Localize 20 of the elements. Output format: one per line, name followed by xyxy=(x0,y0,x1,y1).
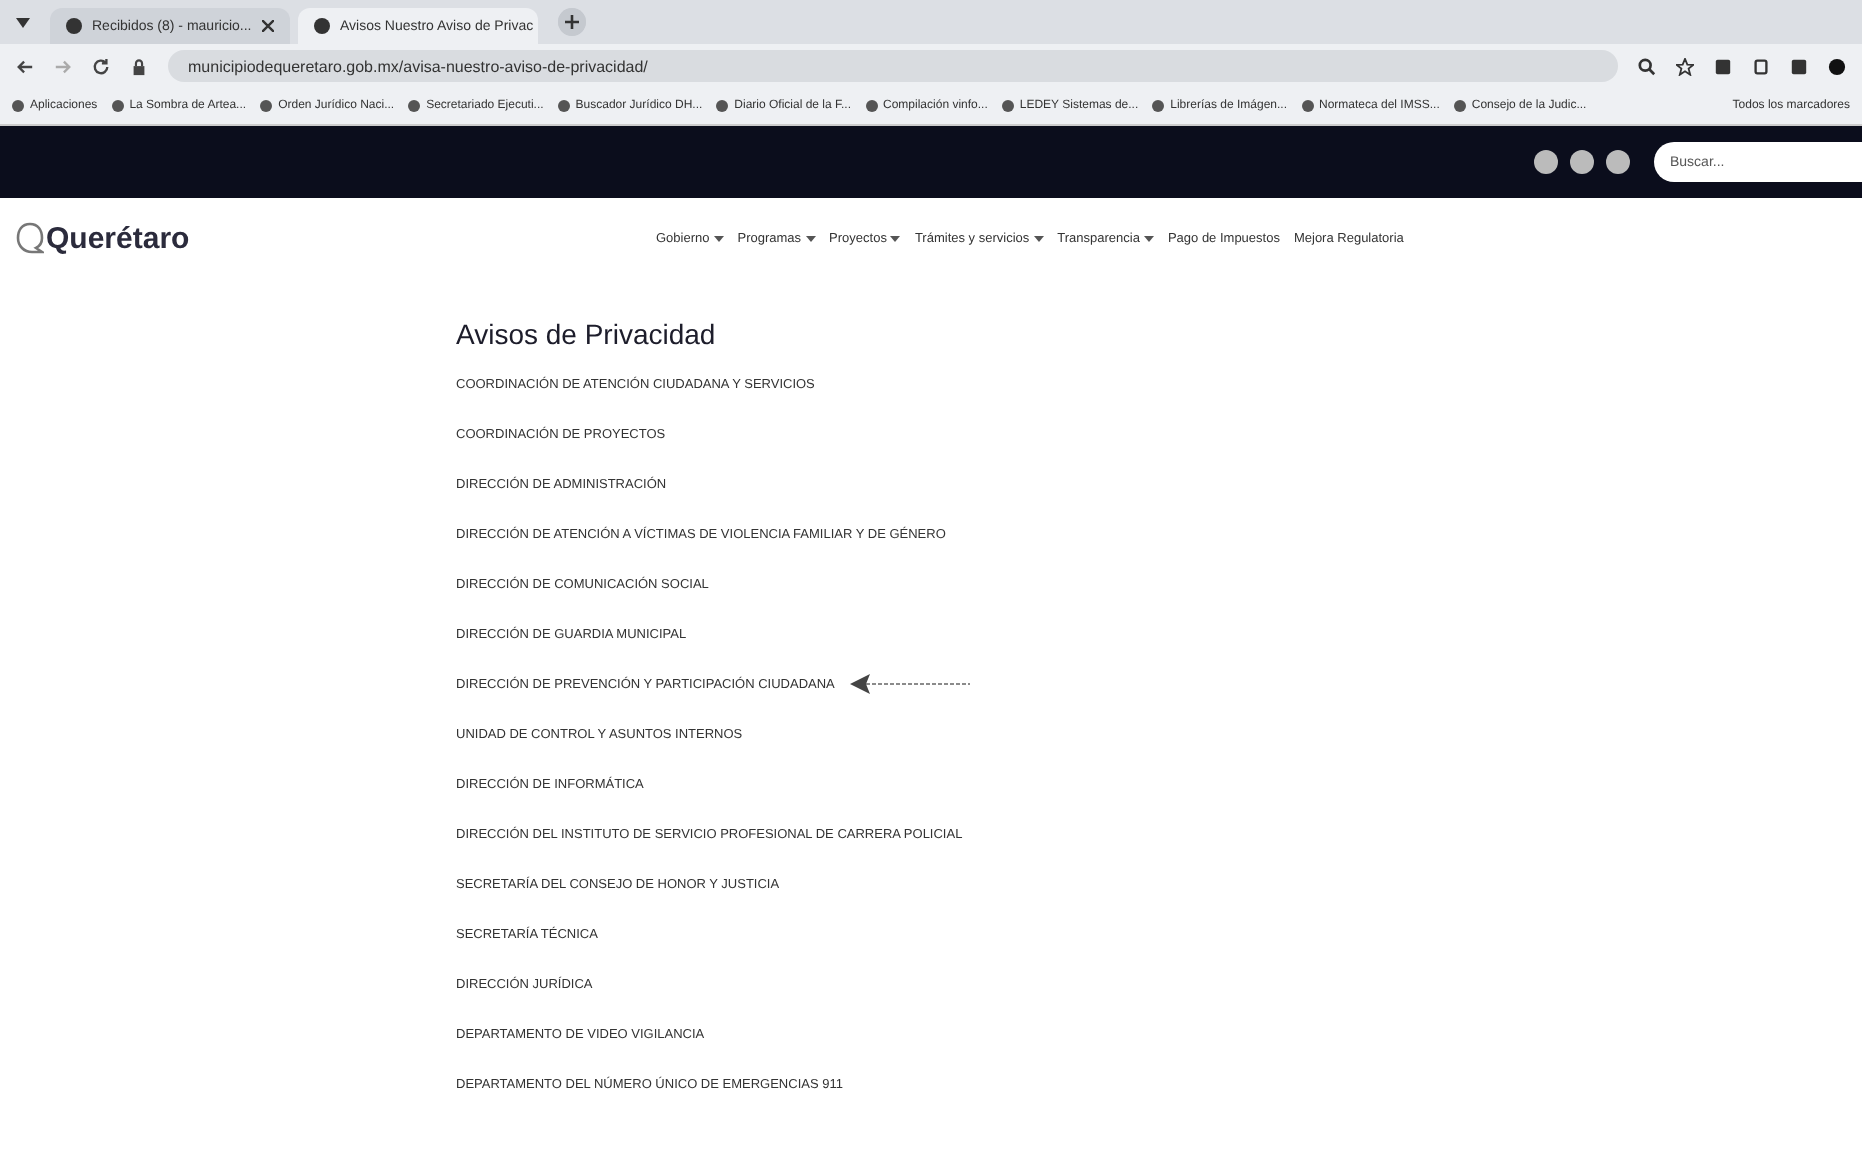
social-icon[interactable] xyxy=(1570,150,1594,174)
star-icon[interactable] xyxy=(1676,57,1694,75)
close-icon[interactable] xyxy=(262,20,274,32)
reload-icon[interactable] xyxy=(92,57,110,75)
lock-icon[interactable] xyxy=(130,57,148,75)
profile-icon[interactable] xyxy=(1828,57,1846,75)
caret-icon xyxy=(1033,235,1044,241)
address-bar[interactable]: municipiodequeretaro.gob.mx/avisa-nuestro-aviso-de-privacidad/ xyxy=(168,50,1618,82)
logo-icon xyxy=(16,222,44,254)
caret-icon xyxy=(1143,235,1154,241)
caret-icon xyxy=(713,235,724,241)
search-icon[interactable] xyxy=(1638,57,1656,75)
social-icon[interactable] xyxy=(1606,150,1630,174)
caret-icon xyxy=(890,235,901,241)
social-icon[interactable] xyxy=(1534,150,1558,174)
back-icon[interactable] xyxy=(16,57,34,75)
site-logo[interactable]: Querétaro xyxy=(46,221,190,255)
caret-icon[interactable] xyxy=(16,17,30,27)
page-title: Avisos de Privacidad xyxy=(456,318,718,350)
caret-icon xyxy=(805,235,816,241)
